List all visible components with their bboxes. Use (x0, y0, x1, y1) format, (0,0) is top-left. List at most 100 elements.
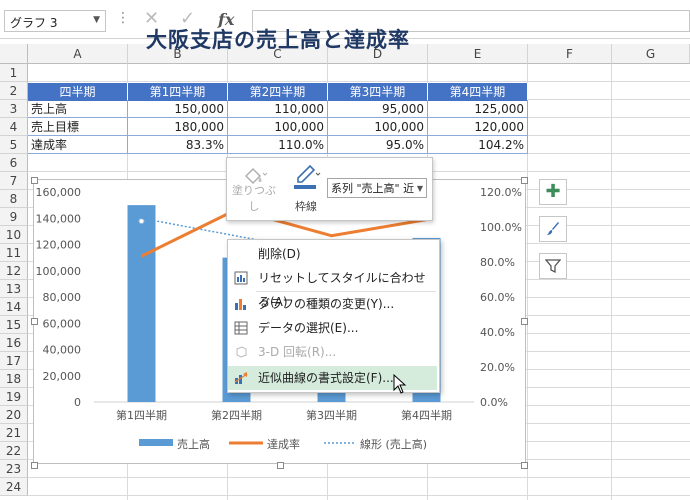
header-cell[interactable]: 第2四半期 (228, 83, 328, 101)
gridline (611, 64, 612, 500)
chart-filters-button[interactable] (539, 253, 567, 279)
row-header[interactable]: 4 (0, 118, 28, 136)
header-cell[interactable]: 四半期 (28, 83, 128, 101)
y-tick-label-left: 120,000 (36, 239, 82, 252)
row-label-cell[interactable]: 売上目標 (28, 118, 128, 136)
row-header[interactable]: 5 (0, 136, 28, 154)
sheet-title: 大阪支店の売上高と達成率 (146, 28, 410, 52)
row-header[interactable]: 14 (0, 298, 28, 316)
y-tick-label-left: 40,000 (43, 344, 82, 357)
resize-handle[interactable] (31, 177, 38, 184)
row-header[interactable]: 21 (0, 424, 28, 442)
resize-handle[interactable] (521, 462, 528, 469)
outline-button[interactable]: 枠線 (281, 162, 331, 216)
value-cell[interactable]: 95.0% (328, 136, 428, 154)
select-all-corner[interactable] (0, 44, 28, 64)
bar (127, 205, 156, 402)
more-options-icon: ⋮ (116, 10, 130, 26)
y-tick-label-left: 140,000 (36, 212, 82, 225)
chart-styles-button[interactable] (539, 216, 567, 242)
row-header[interactable]: 9 (0, 208, 28, 226)
row-header[interactable]: 3 (0, 100, 28, 118)
row-header[interactable]: 22 (0, 442, 28, 460)
row-header[interactable]: 15 (0, 316, 28, 334)
chart-elements-button[interactable]: ✚ (539, 179, 567, 205)
menu-item-3d-rotation[interactable]: 3-D 回転(R)... (228, 340, 437, 364)
y-tick-label-right: 100.0% (480, 221, 522, 234)
value-cell[interactable]: 100,000 (228, 118, 328, 136)
value-cell[interactable]: 110,000 (228, 100, 328, 118)
resize-handle[interactable] (31, 318, 38, 325)
y-tick-label-right: 40.0% (480, 326, 515, 339)
resize-handle[interactable] (31, 462, 38, 469)
menu-item-label: 3-D 回転(R)... (258, 345, 337, 359)
x-tick-label: 第1四半期 (116, 408, 167, 422)
column-header[interactable]: G (612, 44, 690, 64)
value-cell[interactable]: 150,000 (128, 100, 228, 118)
legend-swatch-bar (139, 439, 173, 446)
y-tick-label-left: 80,000 (43, 291, 82, 304)
menu-item-label: データの選択(E)... (258, 321, 359, 335)
y-tick-label-left: 60,000 (43, 317, 82, 330)
row-header[interactable]: 10 (0, 226, 28, 244)
header-cell[interactable]: 第4四半期 (428, 83, 528, 101)
row-header[interactable]: 2 (0, 82, 28, 100)
row-header[interactable]: 19 (0, 388, 28, 406)
row-header[interactable]: 20 (0, 406, 28, 424)
row-header[interactable]: 24 (0, 478, 28, 496)
mouse-cursor-icon (393, 374, 407, 394)
header-cell[interactable]: 第1四半期 (128, 83, 228, 101)
value-cell[interactable]: 83.3% (128, 136, 228, 154)
y-tick-label-left: 160,000 (36, 186, 82, 199)
menu-item-select-data[interactable]: データの選択(E)... (228, 316, 437, 340)
row-label-cell[interactable]: 達成率 (28, 136, 128, 154)
paintbrush-icon (547, 222, 559, 235)
y-tick-label-left: 100,000 (36, 265, 82, 278)
header-cell[interactable]: 第3四半期 (328, 83, 428, 101)
row-header[interactable]: 7 (0, 172, 28, 190)
value-cell[interactable]: 125,000 (428, 100, 528, 118)
filter-icon (544, 259, 562, 274)
value-cell[interactable]: 104.2% (428, 136, 528, 154)
menu-item-reset-style[interactable]: リセットしてスタイルに合わせる(A) (228, 266, 437, 309)
resize-handle[interactable] (277, 462, 284, 469)
select-data-icon (234, 321, 248, 335)
value-cell[interactable]: 95,000 (328, 100, 428, 118)
fill-label: 塗りつぶし (231, 184, 277, 213)
reset-style-icon (234, 271, 248, 285)
value-cell[interactable]: 180,000 (128, 118, 228, 136)
y-tick-label-left: 20,000 (43, 370, 82, 383)
chevron-down-icon: ▼ (416, 184, 423, 193)
chevron-down-icon[interactable]: ▼ (93, 15, 100, 25)
pen-icon (294, 164, 321, 189)
row-header[interactable]: 16 (0, 334, 28, 352)
value-cell[interactable]: 110.0% (228, 136, 328, 154)
row-header[interactable]: 13 (0, 280, 28, 298)
row-header[interactable]: 23 (0, 460, 28, 478)
column-header[interactable]: F (528, 44, 612, 64)
row-header[interactable]: 8 (0, 190, 28, 208)
y-tick-label-left: 0 (74, 396, 81, 409)
row-header[interactable]: 1 (0, 64, 28, 82)
row-header[interactable]: 11 (0, 244, 28, 262)
fill-button[interactable]: 塗りつぶし (229, 162, 279, 216)
value-cell[interactable]: 120,000 (428, 118, 528, 136)
3d-rotation-icon (236, 346, 247, 358)
y-tick-label-right: 60.0% (480, 291, 515, 304)
series-select[interactable]: 系列 "売上高" 近 ▼ (327, 178, 427, 198)
chart-type-icon (235, 299, 246, 310)
series-select-value: 系列 "売上高" 近 (331, 182, 415, 195)
value-cell[interactable]: 100,000 (328, 118, 428, 136)
resize-handle[interactable] (521, 177, 528, 184)
row-header[interactable]: 17 (0, 352, 28, 370)
menu-item-label: 削除(D) (258, 247, 301, 261)
resize-handle[interactable] (521, 318, 528, 325)
menu-item-change-chart-type[interactable]: グラフの種類の変更(Y)... (228, 292, 437, 316)
menu-item-delete[interactable]: 削除(D) (228, 242, 437, 266)
outline-label: 枠線 (295, 200, 317, 213)
row-label-cell[interactable]: 売上高 (28, 100, 128, 118)
row-header[interactable]: 6 (0, 154, 28, 172)
y-tick-label-right: 120.0% (480, 186, 522, 199)
row-header[interactable]: 18 (0, 370, 28, 388)
row-header[interactable]: 12 (0, 262, 28, 280)
